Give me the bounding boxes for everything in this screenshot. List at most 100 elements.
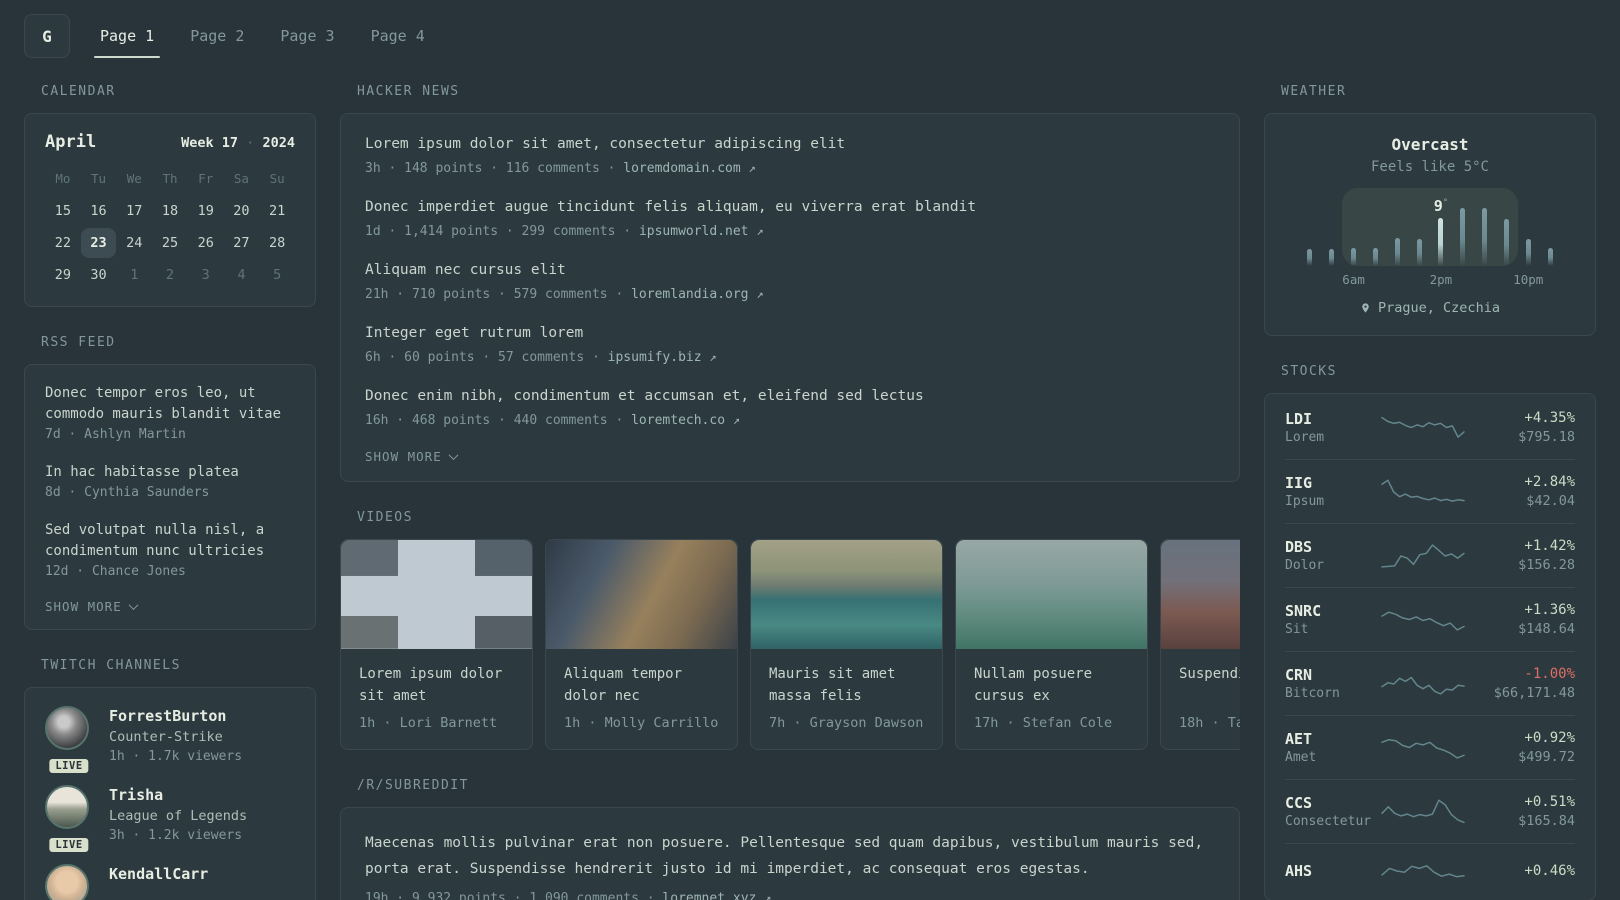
channel-name: Trisha	[109, 786, 164, 804]
weather-bar	[1365, 188, 1387, 266]
twitch-channel[interactable]: LIVE Trisha League of Legends 3h · 1.2k …	[45, 785, 295, 854]
subreddit-section-title: /R/SUBREDDIT	[357, 778, 469, 793]
hn-item-meta: 1d · 1,414 points · 299 comments · ipsum…	[365, 221, 1215, 242]
calendar-day: 15	[54, 203, 71, 219]
calendar-day: 17	[126, 203, 143, 219]
rss-item-title[interactable]: Donec tempor eros leo, ut commodo mauris…	[45, 383, 295, 425]
stock-id: LDI Lorem	[1285, 409, 1381, 447]
chevron-down-icon	[128, 600, 139, 611]
stock-sparkline	[1381, 610, 1465, 631]
stock-symbol: CCS	[1285, 793, 1313, 812]
weather-bar	[1496, 188, 1518, 266]
videos-widget: VIDEOS Lorem ipsum dolor sit amet consec…	[340, 510, 1240, 750]
stock-id: DBS Dolor	[1285, 537, 1381, 575]
calendar-day: 21	[269, 203, 286, 219]
videos-section-title: VIDEOS	[357, 510, 413, 525]
video-card[interactable]: Lorem ipsum dolor sit amet consectetu… 1…	[340, 539, 533, 750]
hn-show-more-button[interactable]: SHOW MORE	[365, 449, 459, 464]
stock-change: +0.51%	[1524, 794, 1575, 810]
subreddit-post-title[interactable]: Maecenas mollis pulvinar erat non posuer…	[365, 830, 1215, 882]
stock-row: SNRC Sit +1.36% $148.64	[1285, 587, 1575, 651]
avatar-wrap	[45, 864, 93, 900]
stock-values: +0.46%	[1465, 861, 1575, 881]
stock-id: AHS	[1285, 861, 1381, 881]
twitch-card: LIVE ForrestBurton Counter-Strike 1h · 1…	[24, 687, 316, 900]
stock-row: CRN Bitcorn -1.00% $66,171.48	[1285, 651, 1575, 715]
tab-page-3[interactable]: Page 3	[274, 14, 340, 58]
weather-location[interactable]: Prague, Czechia	[1360, 300, 1500, 316]
hn-meta-text: 6h · 60 points · 57 comments ·	[365, 350, 600, 365]
stock-name: Sit	[1285, 621, 1309, 637]
tab-page-2[interactable]: Page 2	[184, 14, 250, 58]
tab-page-4[interactable]: Page 4	[365, 14, 431, 58]
hn-domain-link[interactable]: ipsumworld.net	[639, 224, 749, 239]
dashboard-columns: CALENDAR April Week 17 · 2024 Mo Tu We Th Fr…	[0, 58, 1620, 900]
subreddit-meta-text: 19h · 9,932 points · 1,090 comments ·	[365, 891, 655, 900]
video-card[interactable]: Mauris sit amet massa felis 7h · Grayson…	[750, 539, 943, 750]
stock-price: $66,171.48	[1493, 685, 1575, 701]
external-link-icon: ↗	[756, 287, 764, 301]
stock-price: $156.28	[1518, 557, 1575, 573]
video-title: Mauris sit amet massa felis	[769, 666, 896, 704]
stock-row: IIG Ipsum +2.84% $42.04	[1285, 459, 1575, 523]
hn-meta-text: 1d · 1,414 points · 299 comments ·	[365, 224, 632, 239]
hn-item-title[interactable]: Lorem ipsum dolor sit amet, consectetur …	[365, 134, 1215, 155]
location-pin-icon	[1362, 303, 1369, 313]
hn-item: Donec enim nibh, condimentum et accumsan…	[365, 386, 1215, 431]
stock-sparkline	[1381, 865, 1465, 878]
hn-item-title[interactable]: Integer eget rutrum lorem	[365, 323, 1215, 344]
channel-name: KendallCarr	[109, 865, 209, 883]
calendar-day: 24	[126, 235, 143, 251]
subreddit-post-meta: 19h · 9,932 points · 1,090 comments · lo…	[365, 888, 1215, 900]
hn-item-meta: 16h · 468 points · 440 comments · loremt…	[365, 410, 1215, 431]
hour-label: 10pm	[1513, 272, 1544, 287]
tab-page-1[interactable]: Page 1	[94, 14, 161, 58]
rss-item-title[interactable]: Sed volutpat nulla nisl, a condimentum n…	[45, 520, 295, 562]
stock-symbol: AET	[1285, 729, 1313, 748]
video-card[interactable]: Suspendisse diam 18h · Tara	[1160, 539, 1240, 750]
weather-bar	[1408, 188, 1430, 266]
stock-name: Ipsum	[1285, 493, 1325, 509]
hn-domain-link[interactable]: loremlandia.org	[631, 287, 748, 302]
stock-sparkline	[1381, 479, 1465, 502]
channel-meta: 3h · 1.2k viewers	[109, 828, 243, 843]
separator-dot: ·	[246, 135, 255, 151]
hn-item: Integer eget rutrum lorem 6h · 60 points…	[365, 323, 1215, 368]
twitch-channel[interactable]: LIVE ForrestBurton Counter-Strike 1h · 1…	[45, 706, 295, 775]
external-link-icon: ↗	[709, 350, 717, 364]
video-meta: 17h · Stefan Cole	[974, 715, 1113, 731]
hn-item-title[interactable]: Donec imperdiet augue tincidunt felis al…	[365, 197, 1215, 218]
weather-bar: 9° 2pm	[1430, 188, 1453, 287]
avatar	[45, 864, 89, 900]
hn-item-title[interactable]: Aliquam nec cursus elit	[365, 260, 1215, 281]
hn-item-title[interactable]: Donec enim nibh, condimentum et accumsan…	[365, 386, 1215, 407]
stock-name: Lorem	[1285, 429, 1325, 445]
video-card[interactable]: Aliquam tempor dolor nec pharetra… 1h · …	[545, 539, 738, 750]
hn-domain-link[interactable]: ipsumify.biz	[608, 350, 702, 365]
app-logo[interactable]: G	[24, 14, 70, 58]
hn-domain-link[interactable]: loremtech.co	[631, 413, 725, 428]
calendar-day: 3	[201, 267, 210, 283]
avatar-wrap: LIVE	[45, 785, 93, 854]
rss-item-meta: 7d · Ashlyn Martin	[45, 427, 186, 442]
stock-symbol: IIG	[1285, 473, 1313, 492]
subreddit-domain-link[interactable]: loremnet.xyz	[662, 891, 756, 900]
twitch-channel[interactable]: KendallCarr	[45, 864, 295, 900]
hackernews-section-title: HACKER NEWS	[357, 84, 460, 99]
videos-row: Lorem ipsum dolor sit amet consectetu… 1…	[340, 539, 1240, 750]
stock-values: +0.92% $499.72	[1465, 728, 1575, 767]
stock-values: +1.36% $148.64	[1465, 600, 1575, 639]
weather-bar: 10pm	[1513, 188, 1543, 287]
calendar-weekday: Th	[162, 171, 178, 186]
live-badge: LIVE	[47, 836, 91, 854]
calendar-day: 26	[197, 235, 214, 251]
video-meta: 18h · Tara	[1179, 715, 1240, 731]
twitch-widget: TWITCH CHANNELS LIVE ForrestBurton Count…	[24, 658, 316, 900]
hn-domain-link[interactable]: loremdomain.com	[623, 161, 740, 176]
rss-item-title[interactable]: In hac habitasse platea	[45, 462, 295, 483]
external-link-icon: ↗	[748, 161, 756, 175]
rss-show-more-button[interactable]: SHOW MORE	[45, 599, 139, 614]
stock-change: +0.92%	[1524, 730, 1575, 746]
calendar-day: 22	[54, 235, 71, 251]
video-card[interactable]: Nullam posuere cursus ex 17h · Stefan Co…	[955, 539, 1148, 750]
